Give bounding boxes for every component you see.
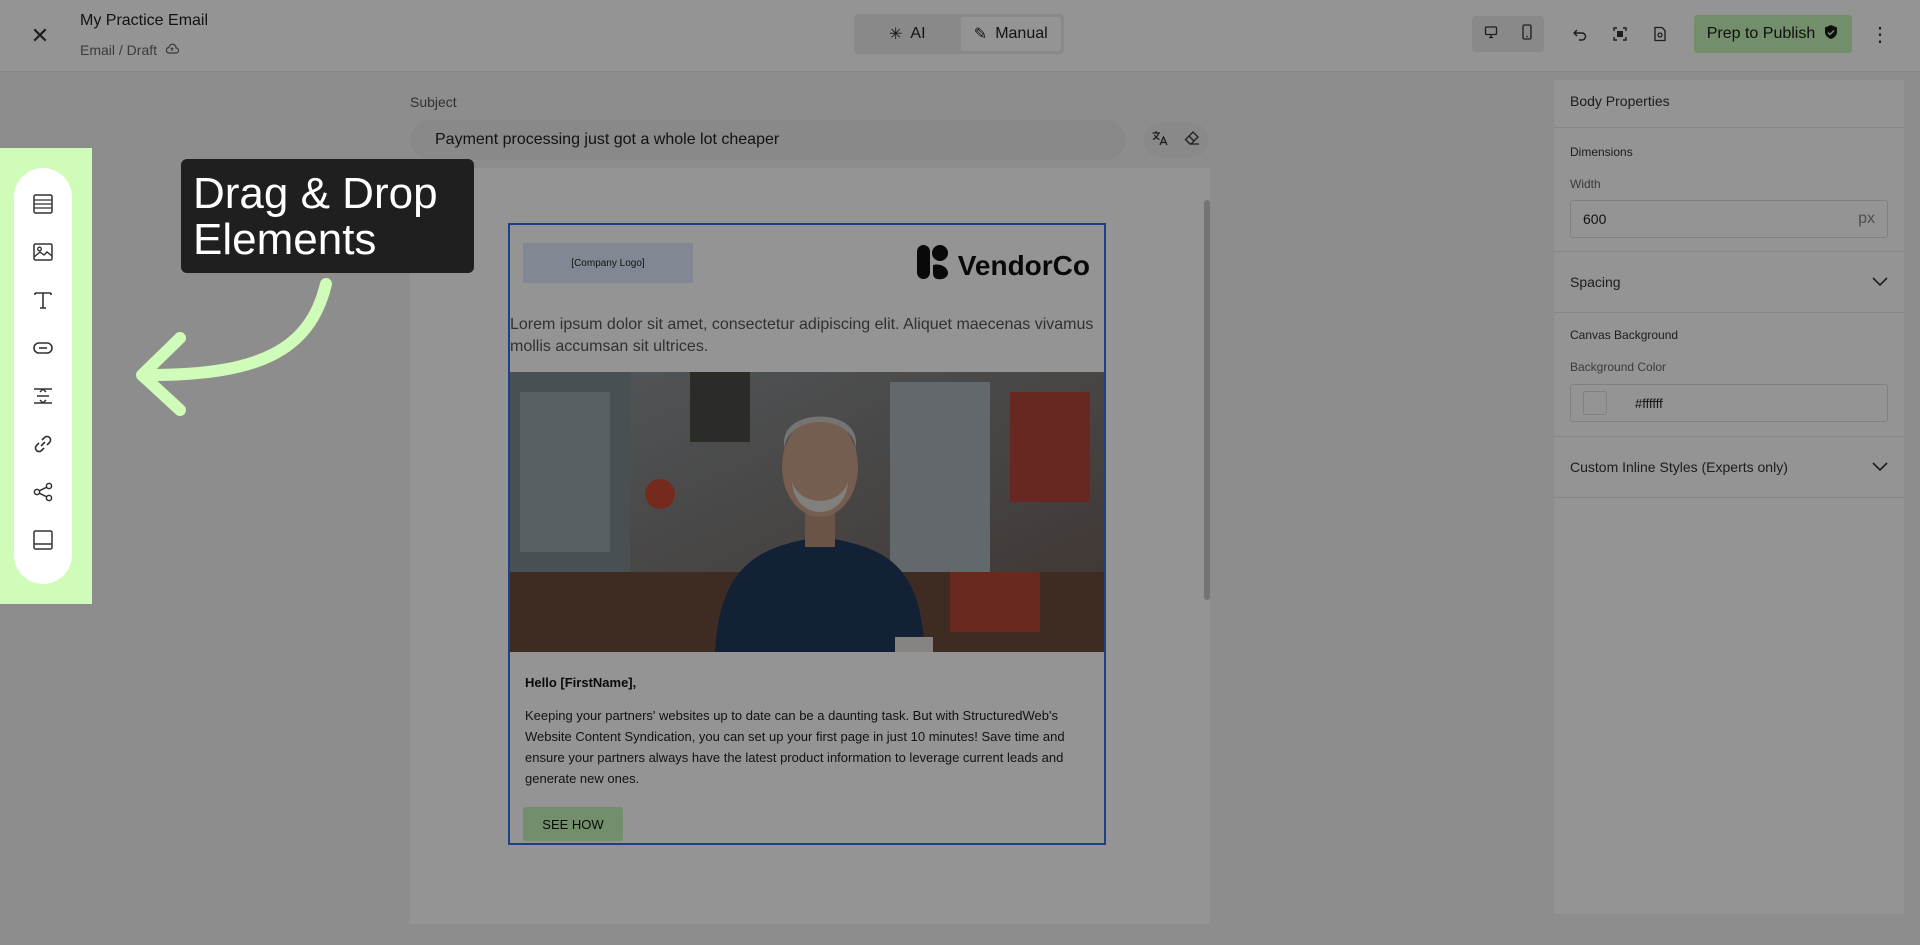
button-icon[interactable]	[29, 334, 57, 362]
tutorial-overlay	[0, 0, 1920, 945]
tutorial-callout: Drag & Drop Elements	[181, 159, 474, 273]
rows-icon[interactable]	[29, 190, 57, 218]
elements-toolbar	[14, 168, 72, 584]
callout-arrow	[136, 278, 332, 416]
callout-line-2: Elements	[193, 215, 377, 264]
share-icon[interactable]	[29, 478, 57, 506]
image-icon[interactable]	[29, 238, 57, 266]
spacer-icon[interactable]	[29, 382, 57, 410]
callout-line-1: Drag & Drop	[193, 169, 438, 218]
text-icon[interactable]	[29, 286, 57, 314]
footer-icon[interactable]	[29, 526, 57, 554]
link-icon[interactable]	[29, 430, 57, 458]
